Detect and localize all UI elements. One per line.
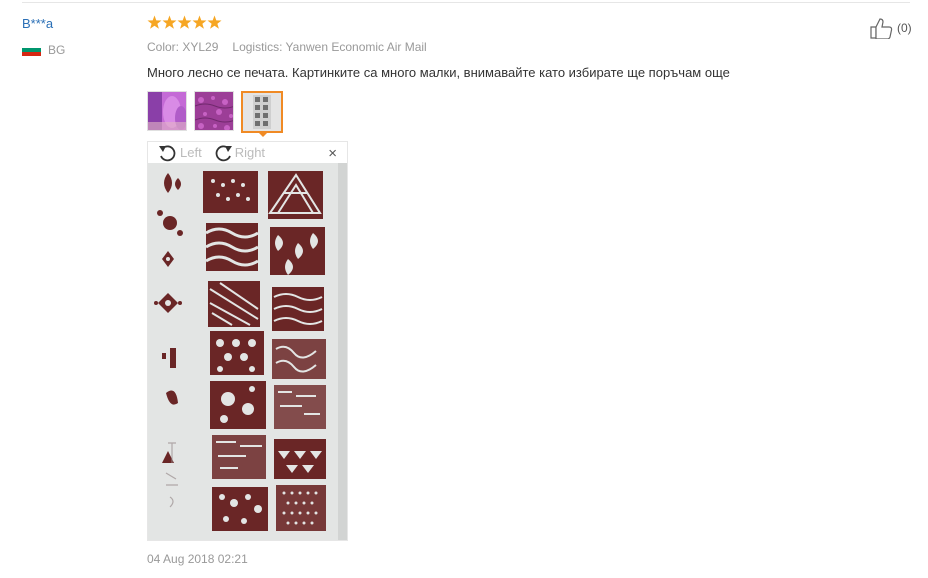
helpful-count: (0) bbox=[897, 21, 912, 35]
rotate-left-button[interactable]: Left bbox=[157, 143, 202, 163]
logistics-info: Logistics: Yanwen Economic Air Mail bbox=[232, 40, 427, 54]
thumbnail-purple-nails[interactable] bbox=[147, 91, 187, 131]
thumbnail-stamping-plate[interactable] bbox=[241, 91, 283, 133]
star-icon bbox=[147, 15, 162, 29]
rotate-right-label: Right bbox=[234, 145, 266, 160]
rotate-right-button[interactable]: Right bbox=[212, 143, 265, 163]
star-icon bbox=[207, 15, 222, 29]
star-icon bbox=[162, 15, 177, 29]
viewer-toolbar: Left Right × bbox=[148, 142, 347, 163]
reviewer-name[interactable]: B***a bbox=[22, 16, 53, 31]
rotate-left-label: Left bbox=[180, 145, 202, 160]
active-thumbnail-indicator bbox=[257, 131, 269, 137]
thumbnail-purple-pattern[interactable] bbox=[194, 91, 234, 131]
review-photo-stamping-plate bbox=[148, 163, 347, 540]
review-text: Много лесно се печата. Картинките са мно… bbox=[147, 65, 730, 80]
thumbs-up-icon bbox=[870, 18, 893, 39]
color-info: Color: XYL29 bbox=[147, 40, 219, 54]
reviewer-country: BG bbox=[22, 43, 65, 57]
star-rating bbox=[147, 15, 222, 30]
rotate-left-icon bbox=[159, 144, 176, 161]
photo-thumbnails bbox=[147, 91, 283, 133]
review-date: 04 Aug 2018 02:21 bbox=[147, 552, 248, 566]
country-code: BG bbox=[48, 43, 66, 57]
rotate-right-icon bbox=[215, 144, 232, 161]
top-divider bbox=[22, 2, 910, 3]
star-icon bbox=[177, 15, 192, 29]
bulgaria-flag-icon bbox=[22, 44, 41, 56]
star-icon bbox=[192, 15, 207, 29]
photo-viewer: Left Right × bbox=[147, 141, 348, 541]
close-viewer-button[interactable]: × bbox=[328, 145, 337, 162]
order-meta: Color: XYL29 Logistics: Yanwen Economic … bbox=[147, 40, 427, 54]
helpful-button[interactable]: (0) bbox=[870, 17, 912, 39]
